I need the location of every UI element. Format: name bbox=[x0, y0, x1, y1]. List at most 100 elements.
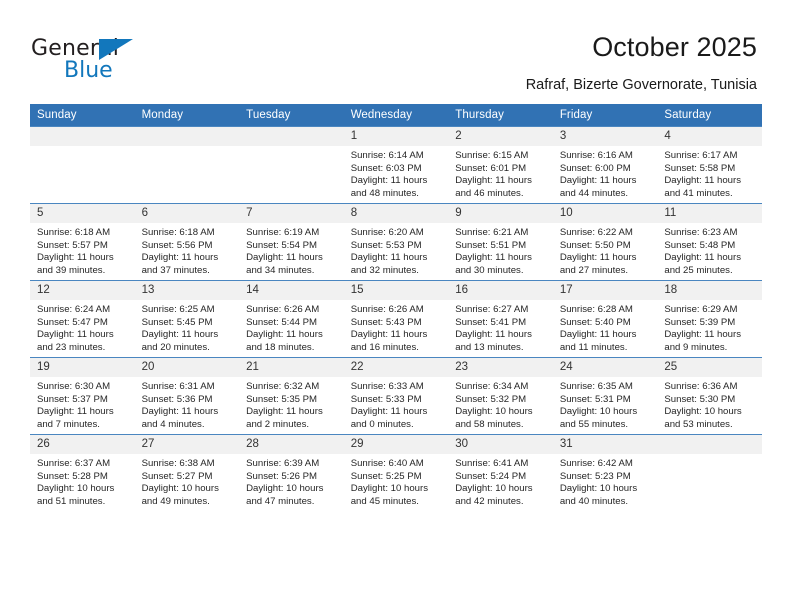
calendar-day-cell[interactable]: 17 Sunrise: 6:28 AM Sunset: 5:40 PM Dayligh… bbox=[552, 280, 658, 358]
daylight-text: Daylight: 11 hours and 11 minutes. bbox=[559, 329, 637, 353]
daylight-text: Daylight: 11 hours and 16 minutes. bbox=[350, 329, 428, 353]
sunrise-text: Sunrise: 6:37 AM bbox=[37, 458, 111, 469]
daylight-text: Daylight: 11 hours and 7 minutes. bbox=[37, 406, 114, 430]
calendar-day-cell[interactable]: 16 Sunrise: 6:27 AM Sunset: 5:41 PM Dayligh… bbox=[448, 280, 553, 358]
day-number: 23 bbox=[448, 358, 553, 377]
calendar-empty-cell bbox=[239, 126, 344, 204]
day-number: 2 bbox=[448, 127, 553, 146]
day-number bbox=[134, 127, 240, 146]
sunset-text: Sunset: 5:43 PM bbox=[350, 316, 422, 328]
calendar-week-row: 12 Sunrise: 6:24 AM Sunset: 5:47 PM Dayligh… bbox=[30, 280, 762, 358]
calendar-day-cell[interactable]: 12 Sunrise: 6:24 AM Sunset: 5:47 PM Dayligh… bbox=[30, 280, 135, 358]
day-number: 3 bbox=[552, 127, 658, 146]
calendar-day-cell[interactable]: 7 Sunrise: 6:19 AM Sunset: 5:54 PM Daylight… bbox=[239, 203, 344, 281]
sunrise-text: Sunrise: 6:33 AM bbox=[350, 381, 424, 392]
sunrise-text: Sunrise: 6:38 AM bbox=[141, 458, 215, 469]
day-details: Sunrise: 6:39 AM Sunset: 5:26 PM Daylight:… bbox=[239, 454, 344, 508]
calendar-day-cell[interactable]: 15 Sunrise: 6:26 AM Sunset: 5:43 PM Dayligh… bbox=[343, 280, 449, 358]
daylight-text: Daylight: 11 hours and 20 minutes. bbox=[141, 329, 219, 353]
calendar-day-cell[interactable]: 29 Sunrise: 6:40 AM Sunset: 5:25 PM Dayligh… bbox=[343, 434, 449, 511]
calendar-day-cell[interactable]: 14 Sunrise: 6:26 AM Sunset: 5:44 PM Dayligh… bbox=[239, 280, 344, 358]
calendar-day-cell[interactable]: 23 Sunrise: 6:34 AM Sunset: 5:32 PM Dayligh… bbox=[448, 357, 553, 435]
sunset-text: Sunset: 5:48 PM bbox=[664, 239, 736, 251]
calendar-day-cell[interactable]: 19 Sunrise: 6:30 AM Sunset: 5:37 PM Dayligh… bbox=[30, 357, 135, 435]
calendar-day-cell[interactable]: 10 Sunrise: 6:22 AM Sunset: 5:50 PM Dayligh… bbox=[552, 203, 658, 281]
day-number: 6 bbox=[134, 204, 240, 223]
daylight-text: Daylight: 11 hours and 37 minutes. bbox=[141, 252, 219, 276]
day-number: 22 bbox=[343, 358, 449, 377]
day-details: Sunrise: 6:41 AM Sunset: 5:24 PM Daylight:… bbox=[448, 454, 553, 508]
daylight-text: Daylight: 11 hours and 25 minutes. bbox=[664, 252, 741, 276]
calendar-day-cell[interactable]: 6 Sunrise: 6:18 AM Sunset: 5:56 PM Daylight… bbox=[134, 203, 240, 281]
weekday-header-monday: Monday bbox=[134, 104, 240, 127]
sunset-text: Sunset: 5:32 PM bbox=[455, 393, 527, 405]
calendar-day-cell[interactable]: 2 Sunrise: 6:15 AM Sunset: 6:01 PM Daylight… bbox=[448, 126, 553, 204]
day-number: 30 bbox=[448, 435, 553, 454]
day-number: 26 bbox=[30, 435, 135, 454]
daylight-text: Daylight: 11 hours and 23 minutes. bbox=[37, 329, 114, 353]
sunrise-text: Sunrise: 6:16 AM bbox=[559, 150, 633, 161]
day-details: Sunrise: 6:26 AM Sunset: 5:44 PM Daylight:… bbox=[239, 300, 344, 354]
calendar-day-cell[interactable]: 13 Sunrise: 6:25 AM Sunset: 5:45 PM Dayligh… bbox=[134, 280, 240, 358]
calendar-day-cell[interactable]: 18 Sunrise: 6:29 AM Sunset: 5:39 PM Dayligh… bbox=[657, 280, 762, 358]
day-details: Sunrise: 6:29 AM Sunset: 5:39 PM Daylight:… bbox=[657, 300, 762, 354]
day-details: Sunrise: 6:30 AM Sunset: 5:37 PM Daylight:… bbox=[30, 377, 135, 431]
sunset-text: Sunset: 6:00 PM bbox=[559, 162, 631, 174]
calendar-day-cell[interactable]: 28 Sunrise: 6:39 AM Sunset: 5:26 PM Dayligh… bbox=[239, 434, 344, 511]
calendar-day-cell[interactable]: 1 Sunrise: 6:14 AM Sunset: 6:03 PM Daylight… bbox=[343, 126, 449, 204]
calendar-day-cell[interactable]: 21 Sunrise: 6:32 AM Sunset: 5:35 PM Dayligh… bbox=[239, 357, 344, 435]
day-details: Sunrise: 6:14 AM Sunset: 6:03 PM Daylight:… bbox=[344, 146, 449, 200]
day-details: Sunrise: 6:28 AM Sunset: 5:40 PM Daylight:… bbox=[553, 300, 658, 354]
day-details: Sunrise: 6:32 AM Sunset: 5:35 PM Daylight:… bbox=[239, 377, 344, 431]
calendar-week-row: 26 Sunrise: 6:37 AM Sunset: 5:28 PM Dayligh… bbox=[30, 434, 762, 511]
calendar-day-cell[interactable]: 22 Sunrise: 6:33 AM Sunset: 5:33 PM Dayligh… bbox=[343, 357, 449, 435]
sunrise-text: Sunrise: 6:24 AM bbox=[37, 304, 111, 315]
general-blue-logo[interactable]: General Blue bbox=[31, 36, 211, 84]
sunset-text: Sunset: 5:35 PM bbox=[246, 393, 318, 405]
calendar-day-cell[interactable]: 27 Sunrise: 6:38 AM Sunset: 5:27 PM Dayligh… bbox=[134, 434, 240, 511]
calendar-day-cell[interactable]: 9 Sunrise: 6:21 AM Sunset: 5:51 PM Daylight… bbox=[448, 203, 553, 281]
day-details: Sunrise: 6:21 AM Sunset: 5:51 PM Daylight:… bbox=[448, 223, 553, 277]
calendar-day-cell[interactable]: 5 Sunrise: 6:18 AM Sunset: 5:57 PM Daylight… bbox=[30, 203, 135, 281]
sunset-text: Sunset: 5:58 PM bbox=[664, 162, 736, 174]
sunrise-text: Sunrise: 6:40 AM bbox=[350, 458, 424, 469]
sunset-text: Sunset: 5:24 PM bbox=[455, 470, 527, 482]
calendar-day-cell[interactable]: 4 Sunrise: 6:17 AM Sunset: 5:58 PM Daylight… bbox=[657, 126, 762, 204]
calendar-day-cell[interactable]: 30 Sunrise: 6:41 AM Sunset: 5:24 PM Dayligh… bbox=[448, 434, 553, 511]
sunset-text: Sunset: 5:40 PM bbox=[559, 316, 631, 328]
sunset-text: Sunset: 5:33 PM bbox=[350, 393, 422, 405]
sunrise-text: Sunrise: 6:20 AM bbox=[350, 227, 424, 238]
daylight-text: Daylight: 10 hours and 49 minutes. bbox=[141, 483, 219, 507]
calendar-day-cell[interactable]: 25 Sunrise: 6:36 AM Sunset: 5:30 PM Dayligh… bbox=[657, 357, 762, 435]
location-subtitle: Rafraf, Bizerte Governorate, Tunisia bbox=[525, 77, 757, 93]
day-number: 29 bbox=[343, 435, 449, 454]
calendar-day-cell[interactable]: 31 Sunrise: 6:42 AM Sunset: 5:23 PM Dayligh… bbox=[552, 434, 658, 511]
sunrise-text: Sunrise: 6:18 AM bbox=[37, 227, 111, 238]
calendar-week-row: 5 Sunrise: 6:18 AM Sunset: 5:57 PM Daylight… bbox=[30, 203, 762, 281]
daylight-text: Daylight: 11 hours and 46 minutes. bbox=[455, 175, 532, 199]
day-details: Sunrise: 6:18 AM Sunset: 5:57 PM Daylight:… bbox=[30, 223, 135, 277]
daylight-text: Daylight: 11 hours and 44 minutes. bbox=[559, 175, 637, 199]
sunset-text: Sunset: 5:30 PM bbox=[664, 393, 736, 405]
sunrise-text: Sunrise: 6:26 AM bbox=[246, 304, 320, 315]
sunrise-text: Sunrise: 6:18 AM bbox=[141, 227, 215, 238]
day-number bbox=[657, 435, 762, 454]
calendar-day-cell[interactable]: 11 Sunrise: 6:23 AM Sunset: 5:48 PM Dayligh… bbox=[657, 203, 762, 281]
daylight-text: Daylight: 11 hours and 0 minutes. bbox=[350, 406, 428, 430]
day-number: 13 bbox=[134, 281, 240, 300]
sunset-text: Sunset: 5:45 PM bbox=[141, 316, 213, 328]
sunrise-text: Sunrise: 6:42 AM bbox=[559, 458, 633, 469]
day-details: Sunrise: 6:40 AM Sunset: 5:25 PM Daylight:… bbox=[344, 454, 449, 508]
calendar-page: General Blue October 2025 Rafraf, Bizert… bbox=[0, 0, 792, 612]
calendar-day-cell[interactable]: 3 Sunrise: 6:16 AM Sunset: 6:00 PM Daylight… bbox=[552, 126, 658, 204]
day-details: Sunrise: 6:35 AM Sunset: 5:31 PM Daylight:… bbox=[553, 377, 658, 431]
calendar-day-cell[interactable]: 8 Sunrise: 6:20 AM Sunset: 5:53 PM Daylight… bbox=[343, 203, 449, 281]
day-details: Sunrise: 6:31 AM Sunset: 5:36 PM Daylight:… bbox=[135, 377, 240, 431]
day-details: Sunrise: 6:16 AM Sunset: 6:00 PM Daylight:… bbox=[553, 146, 658, 200]
calendar-day-cell[interactable]: 26 Sunrise: 6:37 AM Sunset: 5:28 PM Dayligh… bbox=[30, 434, 135, 511]
sunset-text: Sunset: 5:39 PM bbox=[664, 316, 736, 328]
calendar-day-cell[interactable]: 20 Sunrise: 6:31 AM Sunset: 5:36 PM Dayligh… bbox=[134, 357, 240, 435]
daylight-text: Daylight: 10 hours and 53 minutes. bbox=[664, 406, 742, 430]
calendar-day-cell[interactable]: 24 Sunrise: 6:35 AM Sunset: 5:31 PM Dayligh… bbox=[552, 357, 658, 435]
day-number: 19 bbox=[30, 358, 135, 377]
